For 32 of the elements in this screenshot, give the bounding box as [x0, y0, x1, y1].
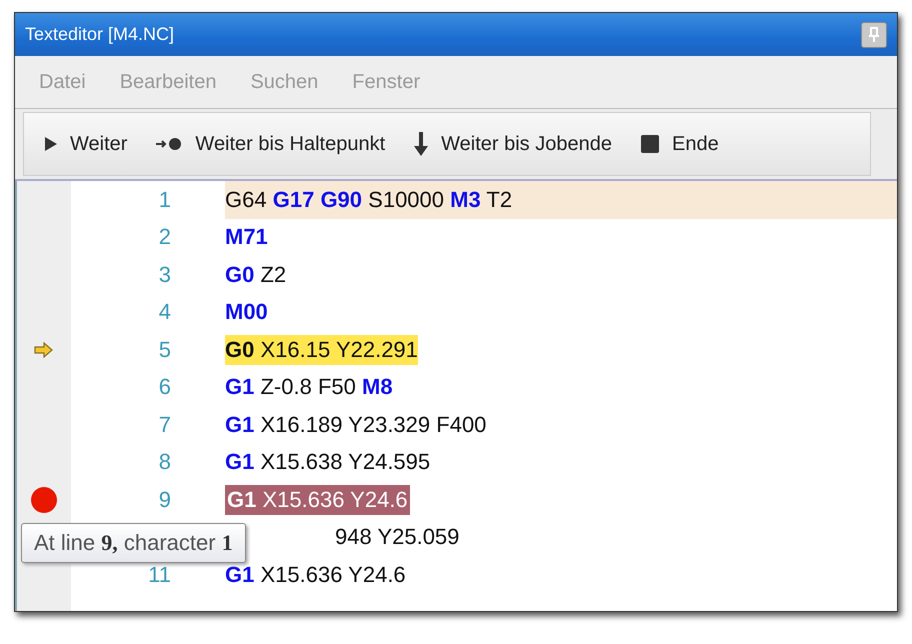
- toolbar-button[interactable]: Ende: [634, 128, 725, 160]
- toolbar-button[interactable]: Weiter bis Haltepunkt: [149, 128, 392, 160]
- play-icon: [44, 136, 58, 152]
- code-line: M71: [225, 223, 268, 252]
- line-number: 9: [158, 486, 171, 512]
- code-line: G0 Z2: [225, 260, 286, 289]
- line-number: 7: [158, 412, 171, 437]
- line-number: 5: [158, 336, 171, 362]
- line-number: 11: [148, 562, 171, 587]
- down-arrow-icon: [413, 131, 430, 157]
- code-line: G64 G17 G90 S10000 M3 T2: [225, 186, 512, 214]
- line-number: 2: [158, 224, 171, 250]
- code-line: G1 X15.638 Y24.595: [225, 448, 430, 476]
- toolbar-button[interactable]: Weiter: [38, 128, 134, 160]
- line-number: 1: [158, 186, 171, 212]
- window-title: Texteditor [M4.NC]: [25, 24, 174, 45]
- code-line: G1 Z-0.8 F50 M8: [225, 373, 393, 402]
- pin-button[interactable]: [861, 22, 887, 48]
- line-number: 8: [158, 449, 171, 474]
- code-line: G1 X15.636 Y24.6: [225, 560, 406, 589]
- code-line: M00: [225, 298, 268, 326]
- stop-icon: [640, 134, 660, 154]
- code-line: G1 X16.189 Y23.329 F400: [225, 410, 486, 439]
- breakpoint-icon[interactable]: [31, 486, 57, 513]
- line-number: 4: [158, 299, 171, 324]
- arrow-to-dot-icon: [155, 136, 184, 152]
- line-number: 3: [158, 262, 171, 287]
- line-number: 6: [158, 374, 171, 400]
- toolbar-button[interactable]: Weiter bis Jobende: [407, 127, 618, 161]
- code-line: 948 Y25.059: [335, 523, 460, 552]
- pin-icon: [867, 26, 881, 42]
- tooltip: At line 9, character 1: [21, 523, 246, 563]
